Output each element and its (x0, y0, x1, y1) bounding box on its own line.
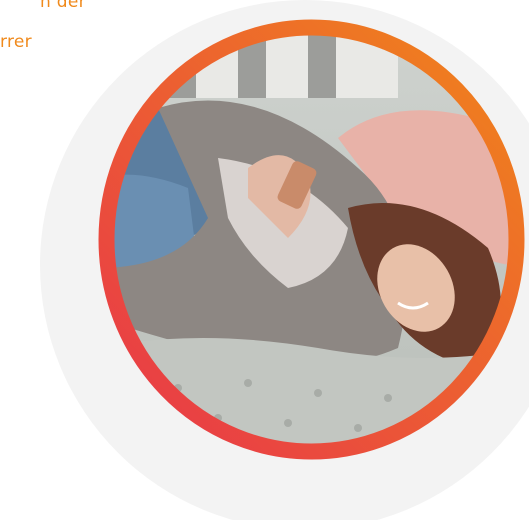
partial-text-line-2: rrer (0, 32, 32, 52)
partial-text-line-1: n der (40, 0, 86, 12)
profile-photo-circle (98, 18, 525, 461)
woman-on-sofa-photo (98, 19, 525, 460)
